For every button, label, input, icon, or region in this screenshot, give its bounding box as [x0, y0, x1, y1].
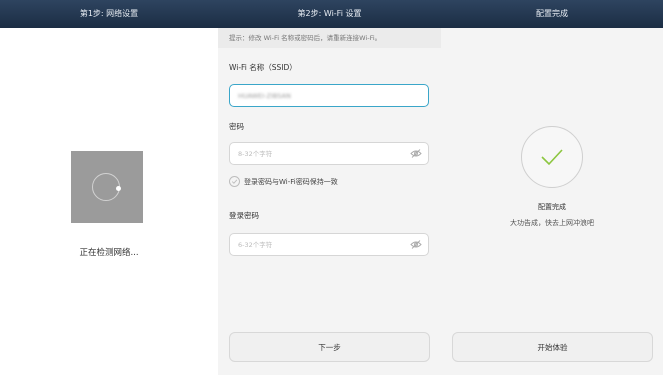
- checkmark-icon: [231, 179, 238, 184]
- password-label: 密码: [229, 122, 244, 131]
- password-input[interactable]: 8-32个字符: [229, 142, 429, 165]
- password-placeholder: 8-32个字符: [238, 150, 273, 158]
- config-complete-panel: 配置完成 配置完成 大功告成，快去上网冲浪吧 开始体验: [441, 0, 663, 375]
- sync-password-label: 登录密码与Wi-Fi密码保持一致: [244, 178, 338, 186]
- checkbox-circle[interactable]: [229, 176, 240, 187]
- network-setup-panel: 第1步: 网络设置 正在检测网络...: [0, 0, 218, 375]
- step2-header: 第2步: Wi-Fi 设置: [218, 0, 441, 28]
- success-subtitle: 大功告成，快去上网冲浪吧: [510, 219, 594, 227]
- login-password-label: 登录密码: [229, 211, 259, 220]
- detecting-status: 正在检测网络...: [79, 248, 139, 258]
- step1-header: 第1步: 网络设置: [0, 0, 218, 28]
- login-password-placeholder: 6-32个字符: [238, 241, 273, 249]
- circle-check-icon: [521, 126, 583, 188]
- step3-header: 配置完成: [441, 0, 663, 28]
- start-button[interactable]: 开始体验: [452, 332, 653, 362]
- ssid-input[interactable]: HUAWEI-ZIBSAN: [229, 84, 429, 107]
- login-password-input[interactable]: 6-32个字符: [229, 233, 429, 256]
- next-button[interactable]: 下一步: [229, 332, 430, 362]
- success-title: 配置完成: [538, 203, 566, 211]
- eye-hidden-icon[interactable]: [410, 149, 422, 158]
- wifi-setup-panel: 第2步: Wi-Fi 设置 提示：修改 Wi-Fi 名称或密码后，请重新连接Wi…: [218, 0, 441, 375]
- ssid-label: Wi-Fi 名称（SSID）: [229, 63, 297, 72]
- ssid-value: HUAWEI-ZIBSAN: [238, 92, 291, 100]
- checkmark-icon: [541, 149, 563, 166]
- tip-text: 提示：修改 Wi-Fi 名称或密码后，请重新连接Wi-Fi。: [218, 28, 441, 48]
- spinner-icon: [71, 151, 143, 223]
- eye-hidden-icon[interactable]: [410, 240, 422, 249]
- spinner-dot: [116, 186, 121, 191]
